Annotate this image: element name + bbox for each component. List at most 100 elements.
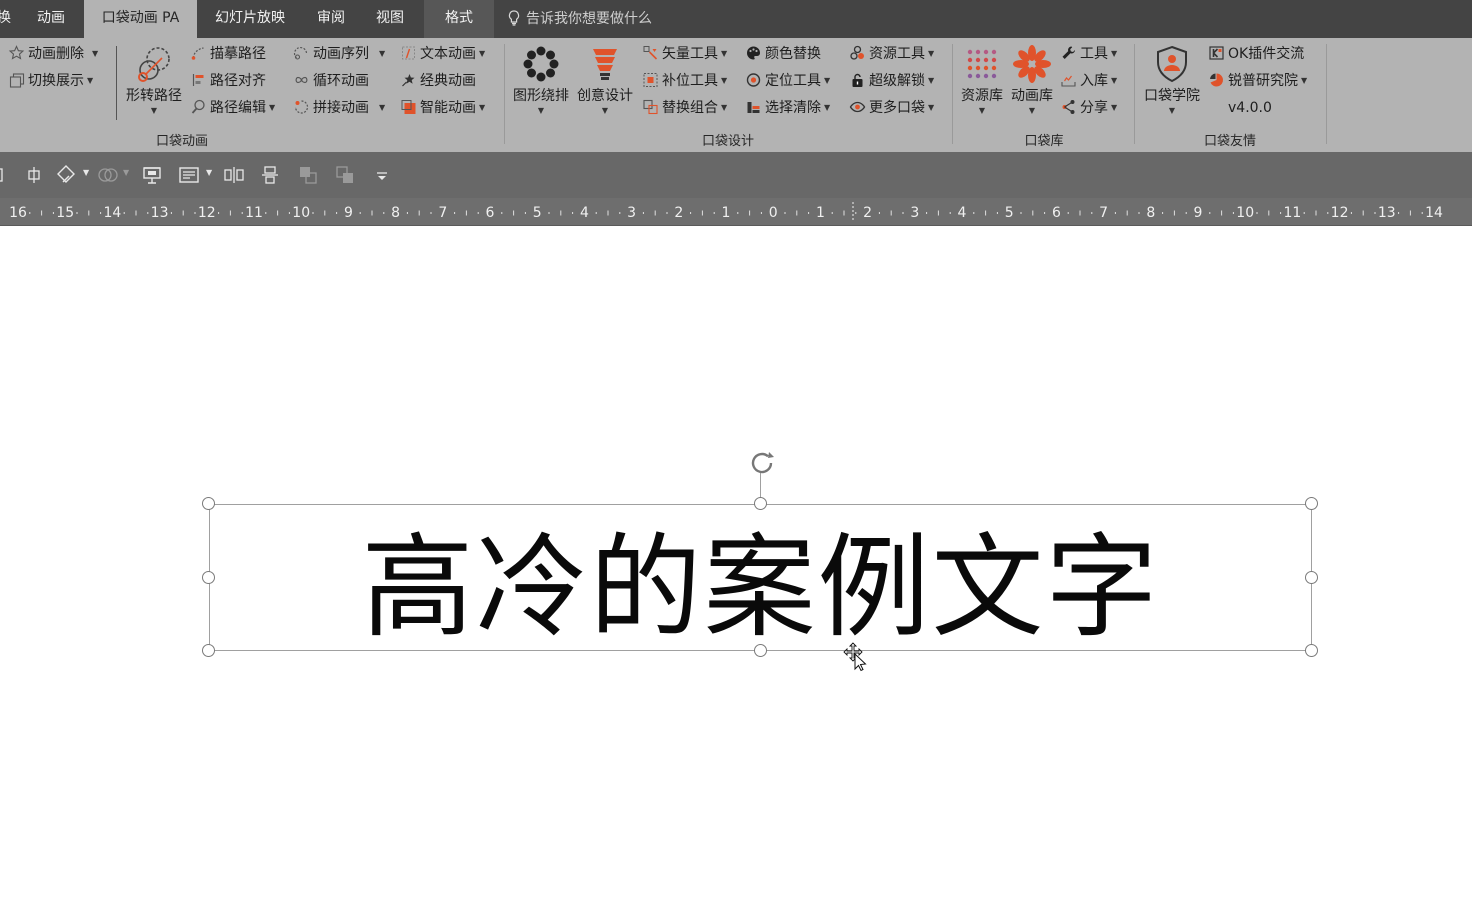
shape-to-path-button[interactable]: 形转路径 ▼ [122, 44, 186, 124]
ruler-tick-label: 0 [769, 205, 778, 221]
flower-ring-icon [523, 46, 559, 82]
ruler-scale: 16 15 14 13 12 11 10 9 8 7 6 5 4 3 2 1 0 1 2 3 4 5 6 7 8 9 10 11 12 1… [0, 201, 1472, 221]
rotate-handle-icon[interactable] [745, 446, 779, 480]
tab-transitions[interactable]: 换 [0, 0, 12, 38]
splice-anim-button[interactable]: 拼接动画 ▼ [293, 96, 385, 120]
tell-me-search[interactable]: 告诉我你想要做什么 [508, 0, 652, 38]
group-label-pocket-library: 口袋库 [1024, 134, 1064, 149]
bring-forward-icon [296, 163, 320, 187]
text-anim-button[interactable]: 文本动画 ▼ [400, 42, 485, 66]
resize-handle-top-left[interactable] [202, 497, 215, 510]
edit-shape-icon[interactable] [54, 163, 78, 187]
shape-wrap-button[interactable]: 图形绕排 ▼ [510, 44, 572, 124]
share-button[interactable]: 分享 ▼ [1060, 96, 1117, 120]
ok-plugin-button[interactable]: OK插件交流 [1208, 42, 1304, 66]
slide-canvas[interactable]: 高冷的案例文字 [0, 226, 1472, 898]
group-icon[interactable] [0, 163, 12, 187]
group-divider [1134, 44, 1135, 144]
ruler-tick-label: 6 [486, 205, 495, 221]
anim-lib-button[interactable]: 动画库 ▼ [1006, 44, 1058, 124]
loop-anim-button[interactable]: 循环动画 [293, 69, 369, 93]
group-label-pocket-design: 口袋设计 [701, 134, 754, 149]
super-unlock-button[interactable]: 超级解锁 ▼ [849, 69, 934, 93]
anim-sequence-button[interactable]: 动画序列 ▼ [293, 42, 385, 66]
vector-tools-button[interactable]: 矢量工具 ▼ [642, 42, 727, 66]
pocket-academy-button[interactable]: 口袋学院 ▼ [1140, 44, 1204, 124]
tools-label: 工具 [1080, 46, 1108, 62]
resize-handle-top-right[interactable] [1305, 497, 1318, 510]
textbox-icon[interactable] [177, 163, 201, 187]
color-replace-button[interactable]: 颜色替换 [745, 42, 821, 66]
three-circles-icon [850, 45, 864, 60]
ribbon-tab-bar: 换 动画 口袋动画 PA 幻灯片放映 审阅 视图 格式 告诉我你想要做什么 [0, 0, 1472, 38]
ruipu-label: 锐普研究院 [1228, 73, 1298, 89]
smart-anim-icon [401, 100, 416, 114]
chevron-down-icon: ▼ [978, 106, 986, 115]
merge-shapes-icon [96, 163, 120, 187]
resize-handle-right[interactable] [1305, 571, 1318, 584]
tools-button[interactable]: 工具 ▼ [1060, 42, 1117, 66]
path-align-button[interactable]: 路径对齐 [190, 69, 266, 93]
ruler-tick-label: 16 [9, 205, 27, 221]
more-pockets-label: 更多口袋 [869, 100, 925, 116]
align-center-icon[interactable] [22, 163, 46, 187]
chevron-down-icon[interactable]: ▼ [206, 168, 212, 177]
replace-group-button[interactable]: 替换组合 ▼ [642, 96, 727, 120]
sequence-icon [293, 46, 308, 60]
ruler-tick-label: 5 [533, 205, 542, 221]
star-outline-icon [8, 45, 25, 60]
version-label: v4.0.0 [1228, 100, 1272, 116]
chevron-down-icon: ▼ [721, 103, 728, 112]
classic-anim-button[interactable]: 经典动画 [400, 69, 476, 93]
tab-view[interactable]: 视图 [362, 0, 418, 38]
resource-tools-button[interactable]: 资源工具 ▼ [849, 42, 934, 66]
import-button[interactable]: 入库 ▼ [1060, 69, 1117, 93]
classic-anim-label: 经典动画 [420, 73, 476, 89]
smart-anim-button[interactable]: 智能动画 ▼ [400, 96, 485, 120]
select-clear-button[interactable]: 选择清除 ▼ [745, 96, 830, 120]
trace-path-label: 描摹路径 [210, 46, 266, 62]
patch-tools-button[interactable]: 补位工具 ▼ [642, 69, 727, 93]
chevron-down-icon: ▼ [87, 76, 94, 85]
tab-slideshow[interactable]: 幻灯片放映 [200, 0, 300, 38]
tab-animations[interactable]: 动画 [24, 0, 78, 38]
position-tools-button[interactable]: 定位工具 ▼ [745, 69, 830, 93]
resize-handle-left[interactable] [202, 571, 215, 584]
ruler-tick-label: 4 [958, 205, 967, 221]
ruler-tick-label: 12 [1331, 205, 1349, 221]
resize-handle-top[interactable] [754, 497, 767, 510]
resize-handle-bottom[interactable] [754, 644, 767, 657]
switch-show-button[interactable]: 切换展示 ▼ [8, 69, 93, 93]
resize-handle-bottom-right[interactable] [1305, 644, 1318, 657]
resource-lib-button[interactable]: 资源库 ▼ [956, 44, 1008, 124]
slide-title-text[interactable]: 高冷的案例文字 [210, 505, 1311, 653]
chevron-down-icon[interactable]: ▼ [83, 168, 89, 177]
tab-review[interactable]: 审阅 [304, 0, 358, 38]
align-middle-icon[interactable] [258, 163, 282, 187]
chevron-down-icon: ▼ [150, 106, 158, 115]
more-pockets-button[interactable]: 更多口袋 ▼ [849, 96, 934, 120]
horizontal-ruler[interactable]: 16 15 14 13 12 11 10 9 8 7 6 5 4 3 2 1 0 1 2 3 4 5 6 7 8 9 10 11 12 1… [0, 198, 1472, 226]
ruler-tick-label: 14 [1425, 205, 1443, 221]
shape-wrap-label: 图形绕排 [513, 88, 569, 104]
trace-path-button[interactable]: 描摹路径 [190, 42, 266, 66]
selected-textbox[interactable]: 高冷的案例文字 [209, 504, 1312, 653]
palette-icon [747, 46, 761, 60]
select-clear-label: 选择清除 [765, 100, 821, 116]
replace-group-icon [643, 99, 658, 115]
ruler-tick-label: 11 [1283, 205, 1301, 221]
tab-format[interactable]: 格式 [424, 0, 494, 38]
distribute-icon[interactable] [222, 163, 246, 187]
ruler-tick-label: 13 [151, 205, 169, 221]
ruipu-button[interactable]: 锐普研究院 ▼ [1208, 69, 1307, 93]
resize-handle-bottom-left[interactable] [202, 644, 215, 657]
chevron-down-icon: ▼ [721, 49, 728, 58]
presentation-icon[interactable] [140, 163, 164, 187]
chevron-down-icon: ▼ [1301, 76, 1308, 85]
anim-delete-button[interactable]: 动画删除 ▼ [8, 42, 98, 66]
customize-toolbar-icon[interactable] [370, 163, 394, 187]
path-edit-button[interactable]: 路径编辑 ▼ [190, 96, 275, 120]
tab-pocket-animation[interactable]: 口袋动画 PA [84, 0, 197, 38]
ribbon: 动画删除 ▼ 切换展示 ▼ 形转路径 ▼ 描摹路径 路径对齐 路径编辑 ▼ 动画序列 ▼… [0, 38, 1472, 152]
creative-design-button[interactable]: 创意设计 ▼ [574, 44, 636, 124]
